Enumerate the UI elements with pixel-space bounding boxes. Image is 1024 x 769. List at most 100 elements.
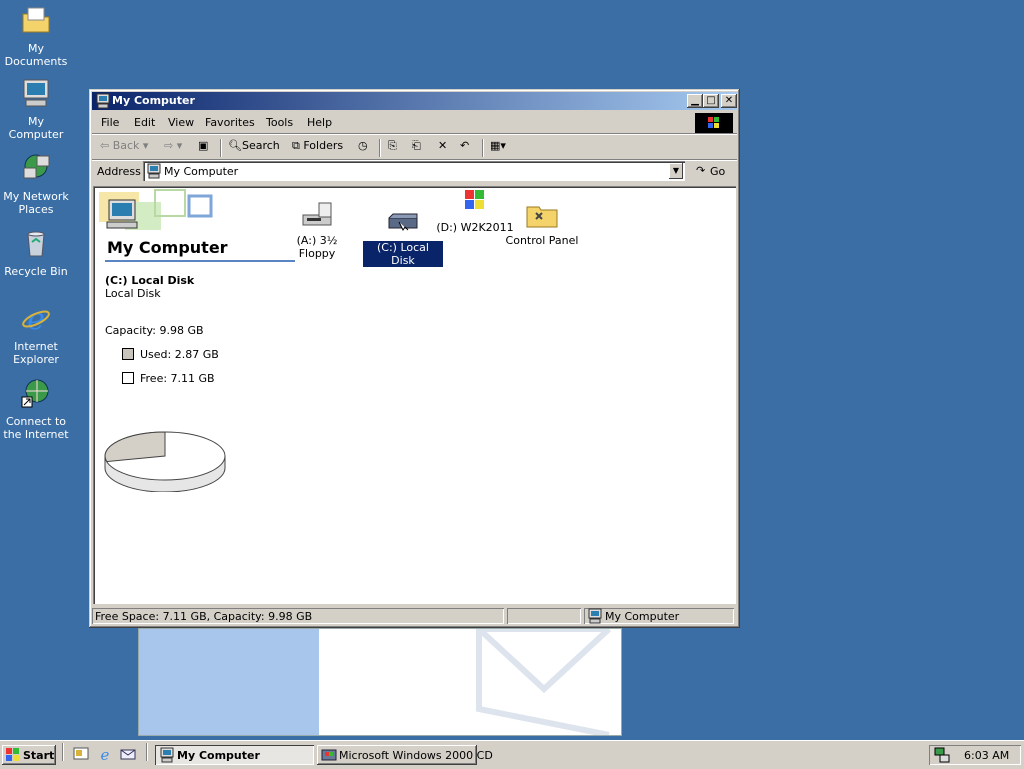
menu-tools[interactable]: Tools	[266, 116, 293, 129]
my-computer-icon	[23, 79, 49, 107]
up-folder-icon: ▣	[198, 139, 209, 152]
detail-free: Free: 7.11 GB	[122, 372, 219, 385]
banner-underline	[105, 260, 295, 262]
drive-floppy[interactable]: (A:) 3½ Floppy	[277, 199, 357, 260]
address-label: Address	[97, 165, 141, 178]
show-desktop-icon[interactable]	[73, 746, 89, 762]
detail-capacity: Capacity: 9.98 GB	[105, 324, 204, 337]
cd-drive-icon	[465, 190, 484, 209]
undo-button[interactable]: ↶	[460, 139, 469, 152]
search-icon: 🔍︎	[228, 139, 242, 152]
menu-edit[interactable]: Edit	[134, 116, 155, 129]
desktop-icon-my-computer[interactable]: My Computer	[0, 77, 72, 141]
task-my-computer[interactable]: My Computer	[155, 745, 314, 765]
folders-button[interactable]: ⧉ Folders	[292, 139, 343, 153]
desktop-icon-network-places[interactable]: My Network Places	[0, 152, 72, 216]
desktop-icon-recycle-bin[interactable]: Recycle Bin	[0, 227, 72, 278]
minimize-button[interactable]: ▁	[687, 94, 703, 108]
forward-arrow-icon: ⇨	[164, 139, 174, 152]
network-tray-icon[interactable]	[934, 747, 950, 763]
my-computer-icon	[96, 93, 110, 109]
undo-icon: ↶	[460, 139, 470, 152]
desktop-icon-internet-explorer[interactable]: e Internet Explorer	[0, 302, 72, 366]
my-computer-icon	[147, 163, 161, 179]
views-button[interactable]: ▦▾	[490, 139, 506, 152]
menu-bar: File Edit View Favorites Tools Help	[92, 112, 737, 133]
detail-used: Used: 2.87 GB	[122, 348, 219, 361]
folder-content[interactable]: My Computer (A:) 3½ Floppy (C:) Local Di…	[93, 186, 736, 604]
address-dropdown-button[interactable]: ▼	[669, 163, 683, 179]
cd-window-icon	[321, 749, 337, 761]
my-computer-icon	[588, 608, 602, 624]
outlook-express-icon[interactable]	[120, 746, 136, 762]
toolbar-separator	[379, 139, 381, 157]
go-arrow-icon: ↷	[696, 164, 706, 177]
address-value: My Computer	[164, 165, 239, 178]
my-documents-icon	[22, 7, 50, 33]
background-window[interactable]	[138, 628, 622, 736]
control-panel[interactable]: Control Panel	[502, 199, 582, 247]
desktop-icon-connect-internet[interactable]: Connect to the Internet	[0, 377, 72, 441]
network-places-icon	[23, 154, 50, 179]
internet-explorer-icon[interactable]: e	[97, 746, 113, 764]
status-blank	[507, 608, 581, 624]
back-arrow-icon: ⇦	[100, 139, 110, 152]
my-computer-icon	[160, 747, 174, 763]
back-button[interactable]: ⇦ Back ▾	[100, 139, 148, 152]
window-title: My Computer	[112, 94, 195, 107]
system-tray: 6:03 AM	[929, 745, 1021, 765]
envelope-graphic	[476, 629, 612, 735]
disk-usage-pie	[104, 431, 226, 492]
menu-help[interactable]: Help	[307, 116, 332, 129]
detail-name: (C:) Local Disk	[105, 274, 195, 287]
folder-banner: My Computer	[95, 188, 295, 263]
copy-to-button[interactable]: ⎗	[412, 139, 421, 153]
status-bar: Free Space: 7.11 GB, Capacity: 9.98 GB M…	[92, 607, 737, 625]
svg-text:e: e	[101, 746, 110, 762]
quicklaunch-separator	[62, 743, 64, 761]
delete-icon: ✕	[438, 139, 448, 152]
background-panel	[139, 629, 319, 735]
drive-details: (C:) Local Disk Local Disk Capacity: 9.9…	[105, 274, 219, 385]
quicklaunch-separator	[146, 743, 148, 761]
pie-used-slice	[104, 431, 166, 463]
clock[interactable]: 6:03 AM	[964, 749, 1009, 762]
free-swatch	[122, 372, 134, 384]
forward-button[interactable]: ⇨ ▾	[164, 139, 182, 152]
history-icon: ◷	[358, 139, 368, 152]
title-bar[interactable]: My Computer ▁ □ ✕	[92, 92, 737, 110]
toolbar-separator	[482, 139, 484, 157]
windows-logo-icon	[6, 748, 19, 761]
taskbar: Start e My Computer Microsoft Windows 20…	[0, 740, 1024, 769]
close-button[interactable]: ✕	[721, 94, 737, 108]
menu-view[interactable]: View	[168, 116, 194, 129]
toolbar: ⇦ Back ▾ ⇨ ▾ ▣ 🔍︎Search ⧉ Folders ◷ ⎘ ⎗ …	[92, 135, 737, 159]
go-button[interactable]: ↷ Go	[692, 161, 734, 181]
delete-button[interactable]: ✕	[438, 139, 447, 152]
used-swatch	[122, 348, 134, 360]
toolbar-separator	[220, 139, 222, 157]
svg-text:e: e	[27, 302, 45, 334]
views-icon: ▦	[490, 139, 501, 152]
address-input[interactable]: My Computer ▼	[143, 161, 685, 181]
task-windows-cd[interactable]: Microsoft Windows 2000 CD	[317, 745, 493, 765]
search-button[interactable]: 🔍︎Search	[228, 139, 280, 152]
folders-icon: ⧉	[292, 139, 300, 152]
drive-local-disk[interactable]: (C:) Local Disk	[363, 206, 443, 267]
up-folder-button[interactable]: ▣	[198, 139, 208, 152]
menu-file[interactable]: File	[101, 116, 119, 129]
my-computer-window[interactable]: My Computer ▁ □ ✕ File Edit View Favorit…	[89, 89, 740, 628]
menu-favorites[interactable]: Favorites	[205, 116, 255, 129]
maximize-button[interactable]: □	[703, 94, 719, 108]
recycle-bin-icon	[27, 231, 45, 257]
banner-title: My Computer	[107, 238, 228, 257]
hard-disk-icon	[388, 213, 418, 231]
copy-to-icon: ⎗	[412, 139, 421, 152]
desktop-icon-my-documents[interactable]: My Documents	[0, 4, 72, 68]
move-to-icon: ⎘	[388, 139, 397, 152]
history-button[interactable]: ◷	[358, 139, 368, 152]
control-panel-icon	[526, 206, 558, 228]
start-button[interactable]: Start	[2, 745, 56, 765]
move-to-button[interactable]: ⎘	[388, 139, 397, 153]
address-bar: Address My Computer ▼ ↷ Go	[92, 161, 737, 183]
